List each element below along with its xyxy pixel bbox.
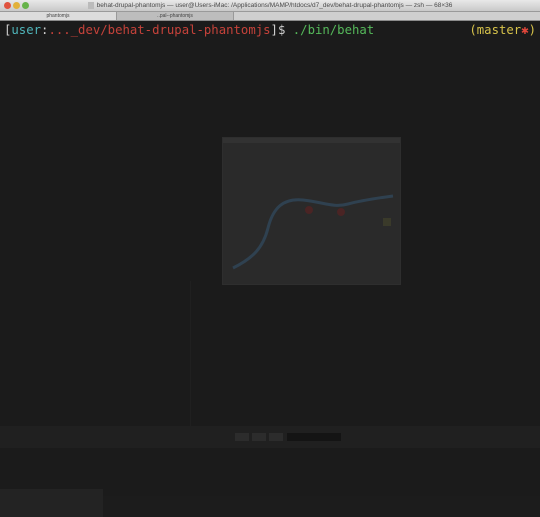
- ghost-route-line: [232, 194, 394, 270]
- ghost-marker-3: [383, 218, 391, 226]
- ghost-dock-item-3: [269, 433, 283, 441]
- ghost-dock: [0, 426, 540, 448]
- ghost-corner-shade: [0, 489, 103, 517]
- prompt-user: user: [11, 23, 42, 37]
- ghost-dock-item-1: [235, 433, 249, 441]
- window-title-bar: behat-drupal-phantomjs — user@Users-iMac…: [0, 0, 540, 12]
- prompt-path: ..._dev/behat-drupal-phantomjs: [48, 23, 271, 37]
- background-window-ghost: [222, 137, 401, 285]
- shell-prompt: [user:..._dev/behat-drupal-phantomjs]$ .…: [4, 22, 534, 38]
- ghost-divider: [190, 281, 191, 431]
- ghost-dock-item-2: [252, 433, 266, 441]
- git-close-paren: ): [528, 23, 536, 37]
- window-title-text: behat-drupal-phantomjs — user@Users-iMac…: [96, 2, 453, 9]
- ghost-marker-1: [305, 206, 313, 214]
- document-icon: [87, 1, 94, 9]
- prompt-dollar: $: [277, 23, 286, 37]
- git-open-paren: (: [469, 23, 477, 37]
- tab-bar: phantomjs ..pal--phantomjs: [0, 12, 540, 21]
- git-dirty-icon: ✱: [521, 23, 529, 37]
- terminal-content[interactable]: [user:..._dev/behat-drupal-phantomjs]$ .…: [0, 21, 540, 517]
- git-status: (master✱): [469, 22, 536, 38]
- prompt-close-bracket: ]: [270, 23, 278, 37]
- git-branch: master: [476, 23, 522, 37]
- ghost-map-graphic: [232, 194, 394, 270]
- ghost-marker-2: [337, 208, 345, 216]
- prompt-command: ./bin/behat: [292, 23, 375, 37]
- window-title: behat-drupal-phantomjs — user@Users-iMac…: [0, 0, 540, 11]
- ghost-dock-item-4: [287, 433, 341, 441]
- tab-phantomjs[interactable]: phantomjs: [0, 12, 116, 20]
- tab-pal-phantomjs[interactable]: ..pal--phantomjs: [116, 12, 234, 20]
